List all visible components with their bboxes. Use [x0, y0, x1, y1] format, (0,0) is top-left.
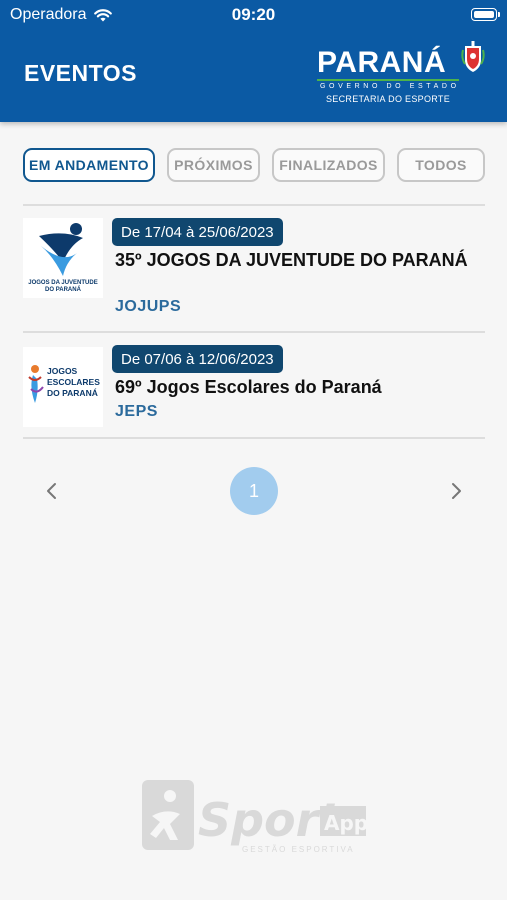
event-title: 35º JOGOS DA JUVENTUDE DO PARANÁ — [115, 250, 468, 270]
page-number-button[interactable]: 1 — [230, 467, 278, 515]
brand-department: SECRETARIA DO ESPORTE — [326, 94, 450, 104]
event-list-item[interactable]: JOGOS DA JUVENTUDE DO PARANÁ De 17/04 à … — [23, 218, 485, 330]
svg-text:ESCOLARES: ESCOLARES — [47, 377, 100, 387]
svg-text:GESTÃO ESPORTIVA: GESTÃO ESPORTIVA — [242, 845, 355, 854]
jojups-logo: JOGOS DA JUVENTUDE DO PARANÁ — [23, 218, 103, 298]
brand-subtitle: GOVERNO DO ESTADO — [320, 83, 460, 90]
chevron-right-icon[interactable] — [448, 482, 464, 500]
tab-proximos[interactable]: PRÓXIMOS — [167, 148, 260, 182]
coat-of-arms-icon — [461, 41, 485, 72]
tab-todos[interactable]: TODOS — [397, 148, 485, 182]
battery-icon — [471, 8, 500, 21]
list-divider — [23, 331, 485, 333]
page-title: EVENTOS — [24, 60, 137, 86]
sportapp-watermark-logo: Sport App GESTÃO ESPORTIVA — [142, 780, 368, 854]
event-code: JOJUPS — [115, 298, 182, 315]
event-date-badge: De 17/04 à 25/06/2023 — [112, 218, 283, 246]
status-bar: Operadora 09:20 — [0, 0, 507, 30]
list-divider — [23, 204, 485, 206]
app-header: Operadora 09:20 EVENTOS PARANÁ GOVERNO D… — [0, 0, 507, 122]
event-code: JEPS — [115, 403, 158, 420]
event-title: 69º Jogos Escolares do Paraná — [115, 377, 382, 397]
parana-brand-logo: PARANÁ GOVERNO DO ESTADO SECRETARIA DO E… — [317, 40, 485, 106]
svg-text:JOGOS DA JUVENTUDE: JOGOS DA JUVENTUDE — [28, 280, 97, 286]
tab-finalizados[interactable]: FINALIZADOS — [272, 148, 385, 182]
svg-text:JOGOS: JOGOS — [47, 366, 78, 376]
event-list-item[interactable]: JOGOS ESCOLARES DO PARANÁ De 07/06 à 12/… — [23, 345, 485, 427]
tab-em-andamento[interactable]: EM ANDAMENTO — [23, 148, 155, 182]
brand-accent-line — [317, 79, 459, 81]
jeps-logo: JOGOS ESCOLARES DO PARANÁ — [23, 347, 103, 427]
svg-text:DO PARANÁ: DO PARANÁ — [45, 286, 82, 293]
event-date-badge: De 07/06 à 12/06/2023 — [112, 345, 283, 373]
juventude-emblem-icon: JOGOS DA JUVENTUDE DO PARANÁ — [28, 223, 98, 293]
status-time: 09:20 — [231, 5, 276, 24]
svg-text:App: App — [324, 811, 368, 835]
chevron-left-icon[interactable] — [44, 482, 60, 500]
escolares-emblem-icon: JOGOS ESCOLARES DO PARANÁ — [28, 365, 100, 403]
list-divider — [23, 437, 485, 439]
event-filter-tabs: EM ANDAMENTO PRÓXIMOS FINALIZADOS TODOS — [23, 148, 485, 182]
brand-name: PARANÁ — [317, 46, 447, 79]
svg-text:DO PARANÁ: DO PARANÁ — [47, 388, 98, 398]
